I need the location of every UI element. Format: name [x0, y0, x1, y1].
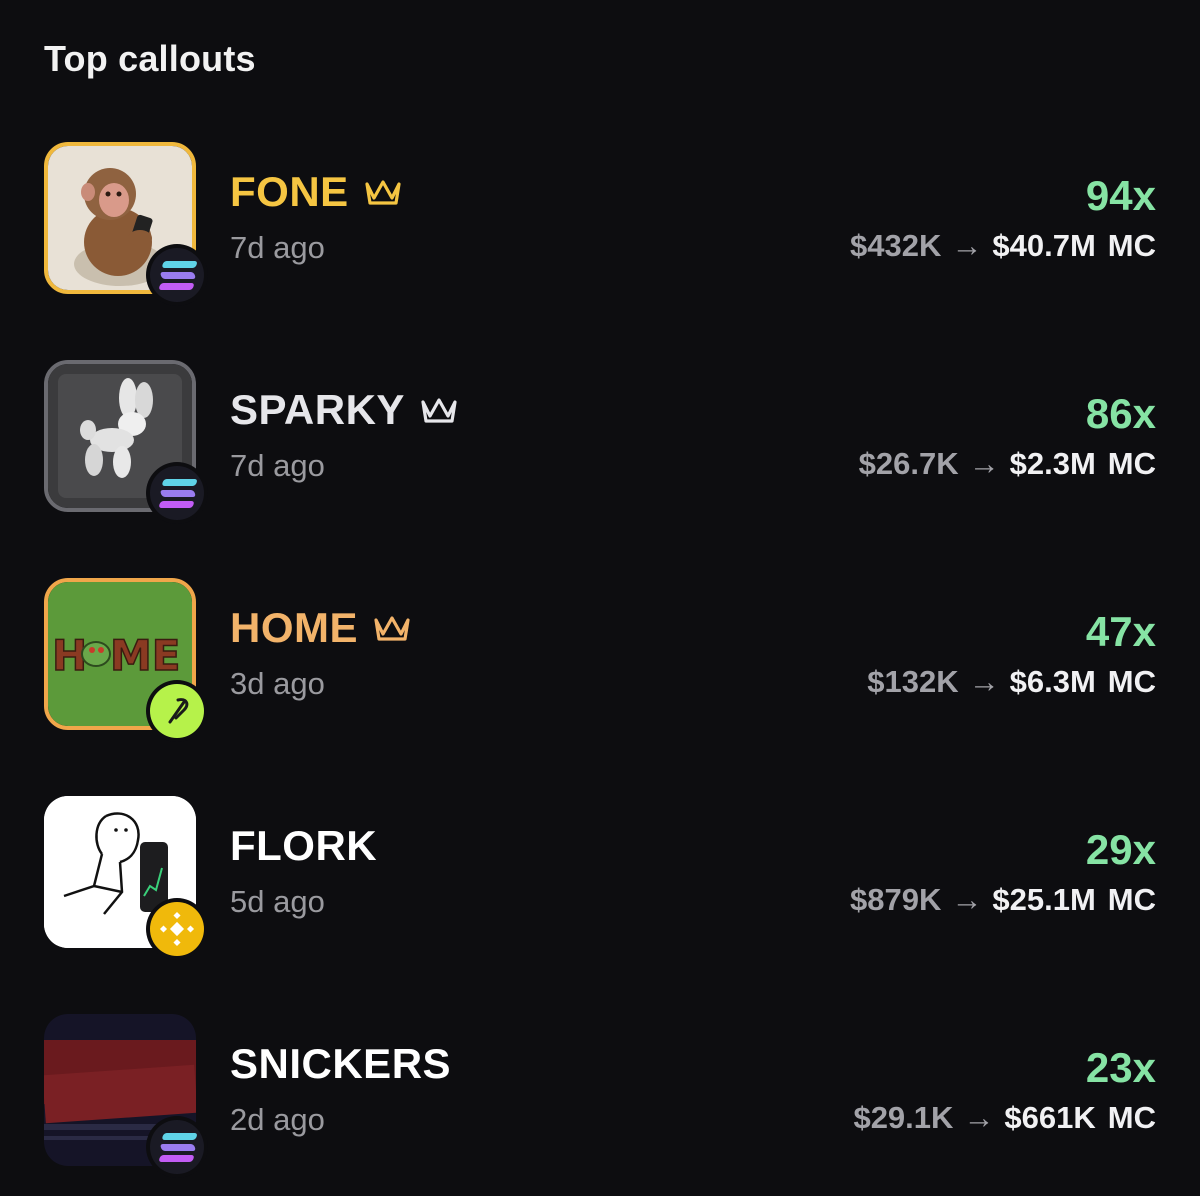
svg-text:ME: ME	[110, 631, 181, 680]
token-name: SPARKY	[230, 386, 405, 433]
solana-icon	[146, 1116, 208, 1178]
mc-unit: MC	[1107, 1100, 1156, 1135]
time-ago: 2d ago	[230, 1102, 325, 1137]
mc-unit: MC	[1107, 664, 1156, 699]
mc-unit: MC	[1107, 882, 1156, 917]
mc-unit: MC	[1107, 446, 1156, 481]
arrow-right-icon: →	[968, 664, 1000, 699]
arrow-right-icon: →	[968, 446, 1000, 481]
callout-row-fone[interactable]: FONE 7d ago 94x $432K → $40.7M MC	[44, 142, 1156, 306]
mc-to: $25.1M	[992, 882, 1096, 917]
mc-unit: MC	[1107, 228, 1156, 263]
market-cap-change: $132K → $6.3M MC	[867, 664, 1156, 700]
time-ago: 5d ago	[230, 884, 325, 919]
mc-from: $26.7K	[858, 446, 959, 481]
multiplier: 86x	[1085, 390, 1156, 437]
multiplier: 29x	[1085, 826, 1156, 873]
multiplier: 47x	[1085, 608, 1156, 655]
callout-row-snickers[interactable]: SNICKERS 2d ago 23x $29.1K → $661K MC	[44, 1014, 1156, 1178]
mc-from: $29.1K	[853, 1100, 954, 1135]
token-name: FLORK	[230, 822, 378, 869]
section-title: Top callouts	[44, 38, 256, 79]
mc-from: $879K	[850, 882, 942, 917]
callout-row-flork[interactable]: FLORK 5d ago 29x $879K → $25.1M MC	[44, 796, 1156, 960]
arrow-right-icon: →	[963, 1100, 995, 1135]
mc-to: $661K	[1004, 1100, 1096, 1135]
callout-row-home[interactable]: H ME HOME 3d ago 47x $132K → $6.3M MC	[44, 578, 1156, 742]
token-name: SNICKERS	[230, 1040, 452, 1087]
arrow-right-icon: →	[951, 882, 983, 917]
callout-row-sparky[interactable]: SPARKY 7d ago 86x $26.7K → $2.3M MC	[44, 360, 1156, 524]
token-name: FONE	[230, 168, 349, 215]
mc-to: $2.3M	[1009, 446, 1096, 481]
solana-icon	[146, 244, 208, 306]
market-cap-change: $432K → $40.7M MC	[850, 228, 1156, 264]
time-ago: 3d ago	[230, 666, 325, 701]
mc-from: $432K	[850, 228, 942, 263]
time-ago: 7d ago	[230, 448, 325, 483]
mc-from: $132K	[867, 664, 959, 699]
multiplier: 94x	[1085, 172, 1156, 219]
crown-icon	[365, 180, 401, 205]
pump-icon	[146, 680, 208, 742]
market-cap-change: $29.1K → $661K MC	[853, 1100, 1156, 1136]
bnb-icon	[146, 898, 208, 960]
time-ago: 7d ago	[230, 230, 325, 265]
mc-to: $40.7M	[992, 228, 1096, 263]
solana-icon	[146, 462, 208, 524]
market-cap-change: $26.7K → $2.3M MC	[859, 446, 1156, 482]
market-cap-change: $879K → $25.1M MC	[850, 882, 1156, 918]
multiplier: 23x	[1085, 1044, 1156, 1091]
crown-icon	[421, 398, 457, 423]
token-name: HOME	[230, 604, 358, 651]
arrow-right-icon: →	[951, 228, 983, 263]
crown-icon	[374, 616, 410, 641]
mc-to: $6.3M	[1009, 664, 1096, 699]
